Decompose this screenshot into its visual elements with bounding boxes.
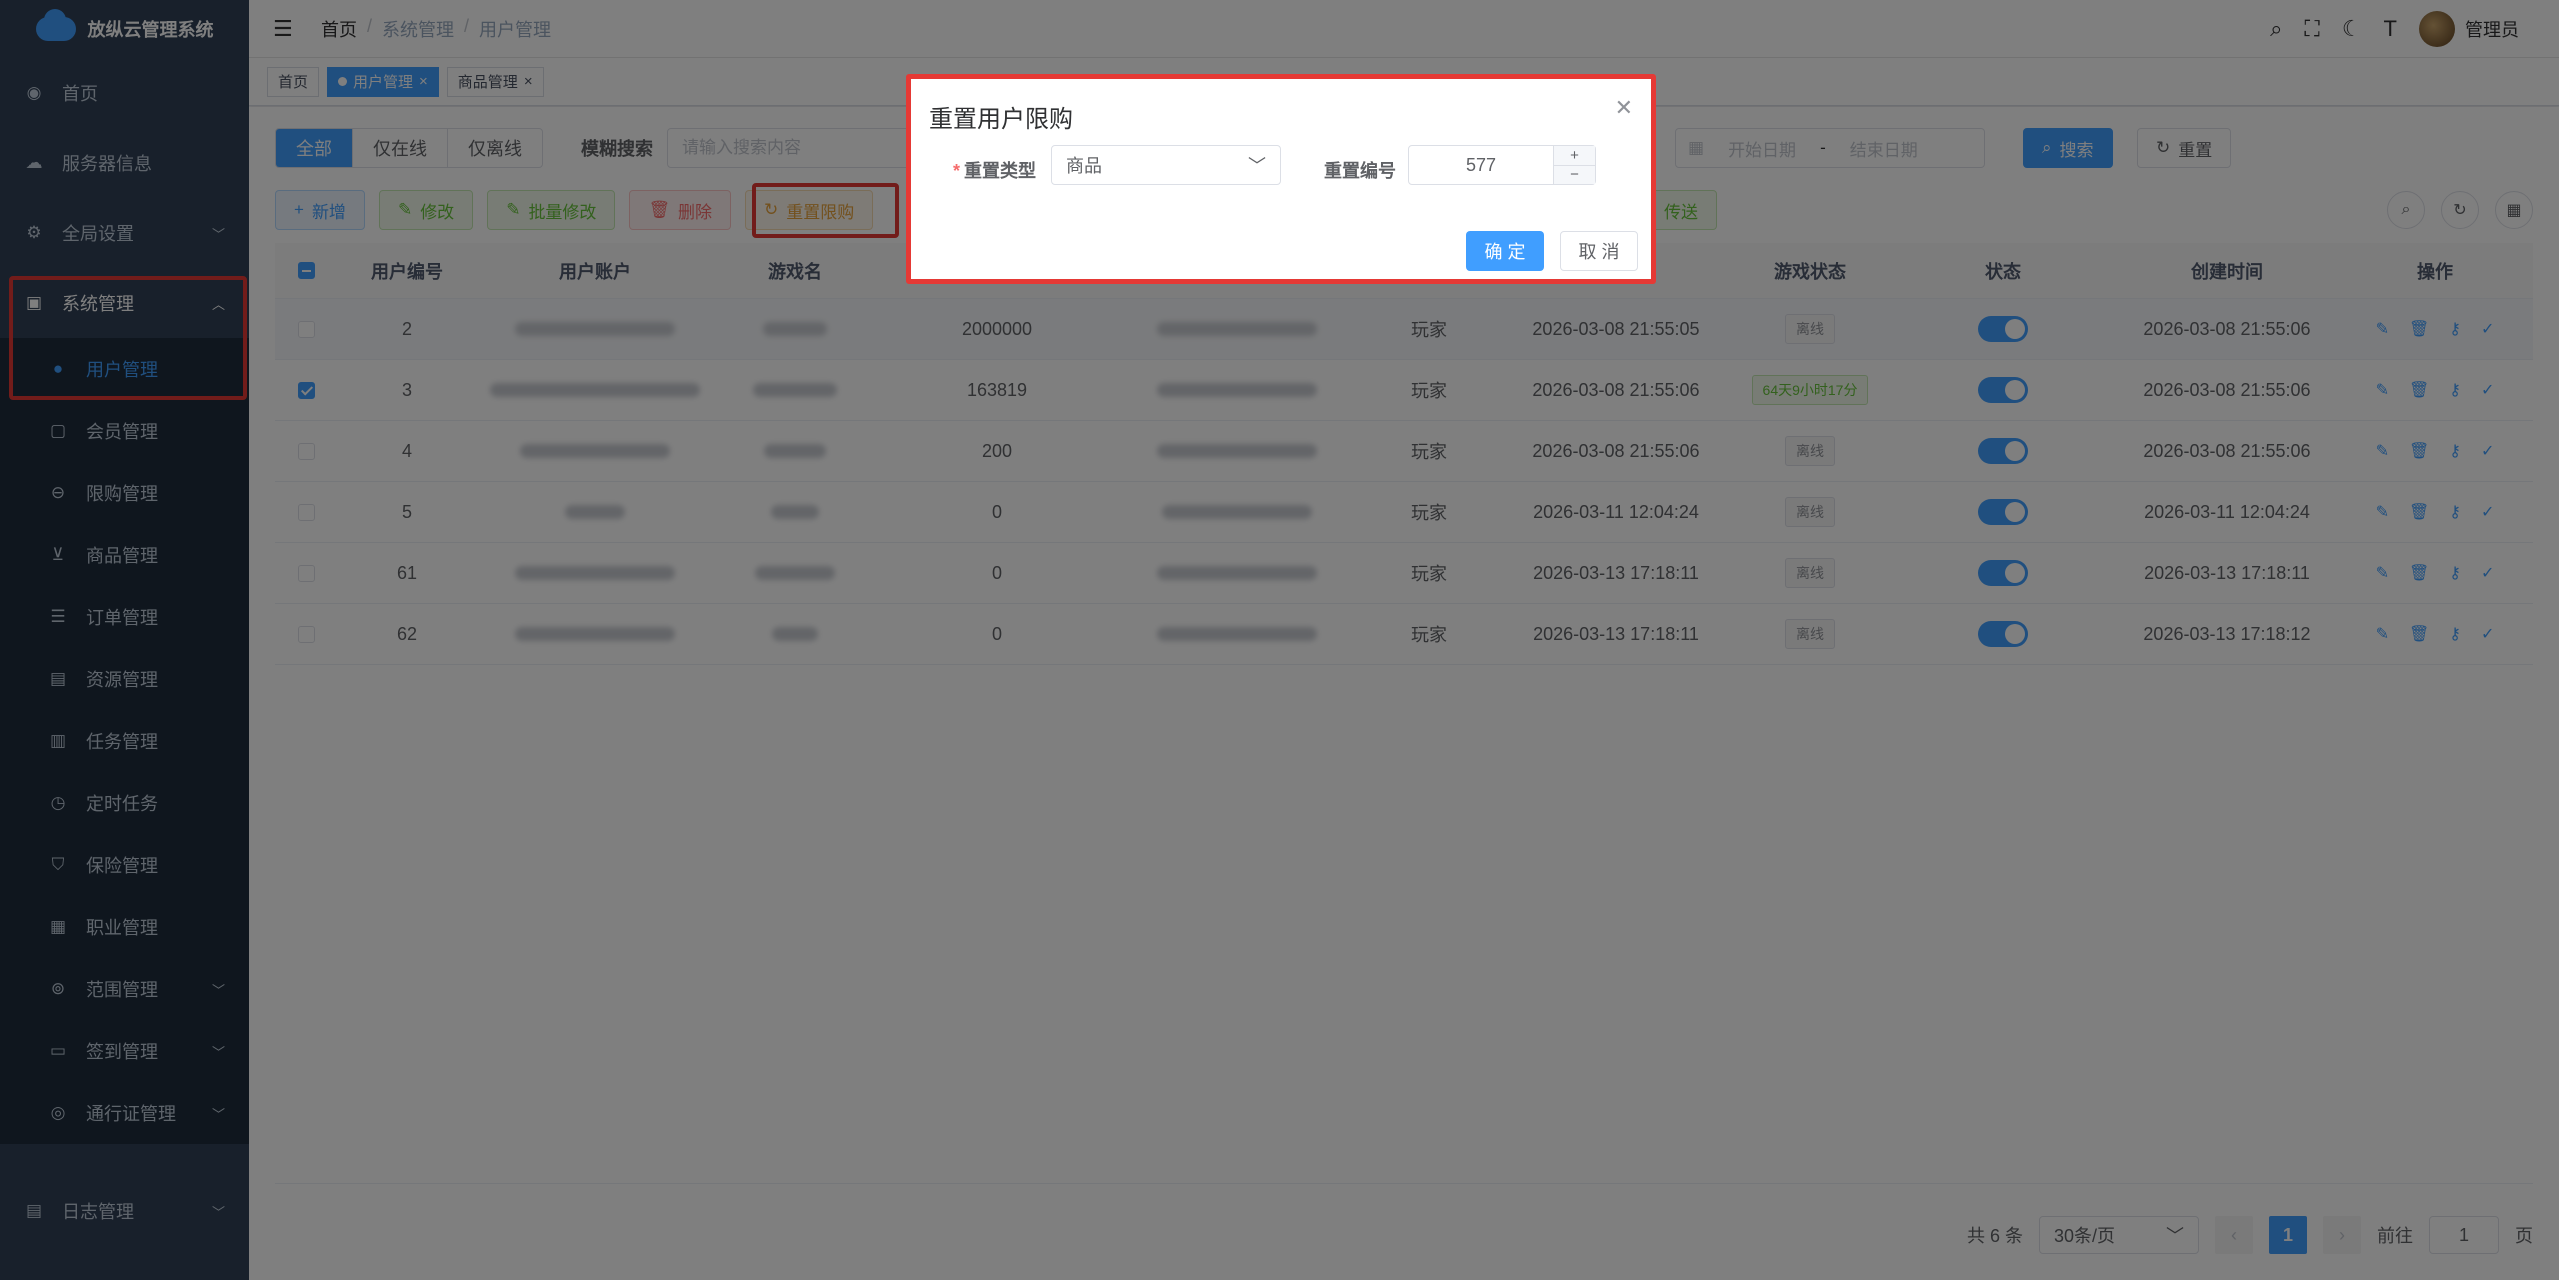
reset-number-value[interactable]: 577 — [1409, 146, 1553, 184]
increment-button[interactable]: + — [1554, 146, 1595, 166]
confirm-button[interactable]: 确 定 — [1466, 231, 1544, 271]
reset-limit-dialog: 重置用户限购 ✕ * 重置类型 商品 ﹀ 重置编号 577 + − 确 定 取 消 — [906, 74, 1656, 284]
reset-number-stepper[interactable]: 577 + − — [1408, 145, 1596, 185]
reset-number-label: 重置编号 — [1324, 161, 1396, 181]
stepper-controls: + − — [1553, 146, 1595, 184]
reset-type-label: * 重置类型 — [953, 161, 1037, 181]
close-icon[interactable]: ✕ — [1615, 95, 1633, 121]
dialog-title: 重置用户限购 — [929, 106, 1073, 133]
cancel-button[interactable]: 取 消 — [1560, 231, 1638, 271]
decrement-button[interactable]: − — [1554, 166, 1595, 185]
chevron-down-icon: ﹀ — [1248, 156, 1266, 176]
required-mark: * — [953, 161, 961, 181]
reset-type-select[interactable]: 商品 ﹀ — [1051, 145, 1281, 185]
